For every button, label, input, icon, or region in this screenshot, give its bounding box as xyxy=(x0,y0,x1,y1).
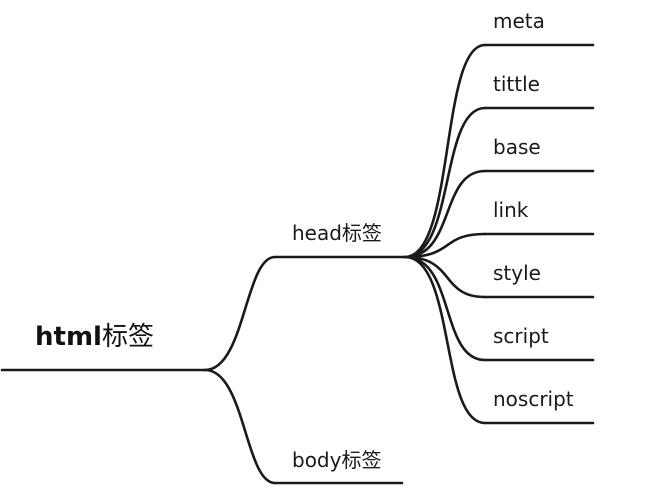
root-label: html标签 xyxy=(35,322,154,352)
root-label-rest: 标签 xyxy=(102,322,154,352)
leaf-label-script: script xyxy=(493,324,549,348)
leaf-label-noscript: noscript xyxy=(493,387,574,411)
branch-head-label: head标签 xyxy=(292,221,382,245)
mind-map-canvas: html标签 head标签 body标签 meta tittle base link s… xyxy=(0,9,595,485)
branch-body: body标签 xyxy=(273,448,404,485)
edge-head-to-meta xyxy=(403,43,487,259)
branch-head: head标签 xyxy=(273,221,407,259)
head-children: meta tittle base link style script noscript xyxy=(403,9,595,425)
leaf-label-style: style xyxy=(493,261,541,285)
edge-head-to-noscript xyxy=(403,255,487,425)
edge-head-to-base xyxy=(403,169,487,259)
root-node: html标签 xyxy=(0,322,207,372)
leaf-label-link: link xyxy=(493,198,529,222)
leaf-label-tittle: tittle xyxy=(493,72,540,96)
branch-body-label: body标签 xyxy=(292,448,381,472)
edge-head-to-script xyxy=(403,255,487,362)
edge-head-to-style xyxy=(403,255,487,299)
edge-root-to-body xyxy=(203,368,277,485)
edge-root-to-head xyxy=(203,255,277,372)
root-label-bold: html xyxy=(35,322,102,352)
leaf-label-meta: meta xyxy=(493,9,545,33)
leaf-label-base: base xyxy=(493,135,541,159)
